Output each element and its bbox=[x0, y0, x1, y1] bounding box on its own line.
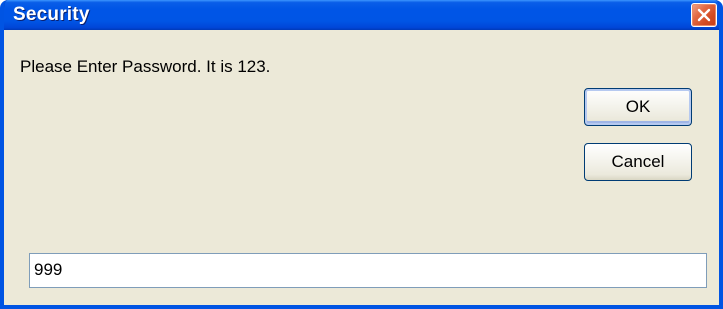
cancel-button[interactable]: Cancel bbox=[584, 143, 692, 181]
title-bar[interactable]: Security bbox=[4, 0, 719, 30]
prompt-message: Please Enter Password. It is 123. bbox=[20, 57, 271, 76]
close-icon bbox=[697, 8, 711, 22]
close-button[interactable] bbox=[691, 3, 717, 27]
ok-button[interactable]: OK bbox=[584, 88, 692, 126]
window-title: Security bbox=[13, 4, 90, 25]
password-input[interactable]: 999 bbox=[29, 253, 707, 288]
